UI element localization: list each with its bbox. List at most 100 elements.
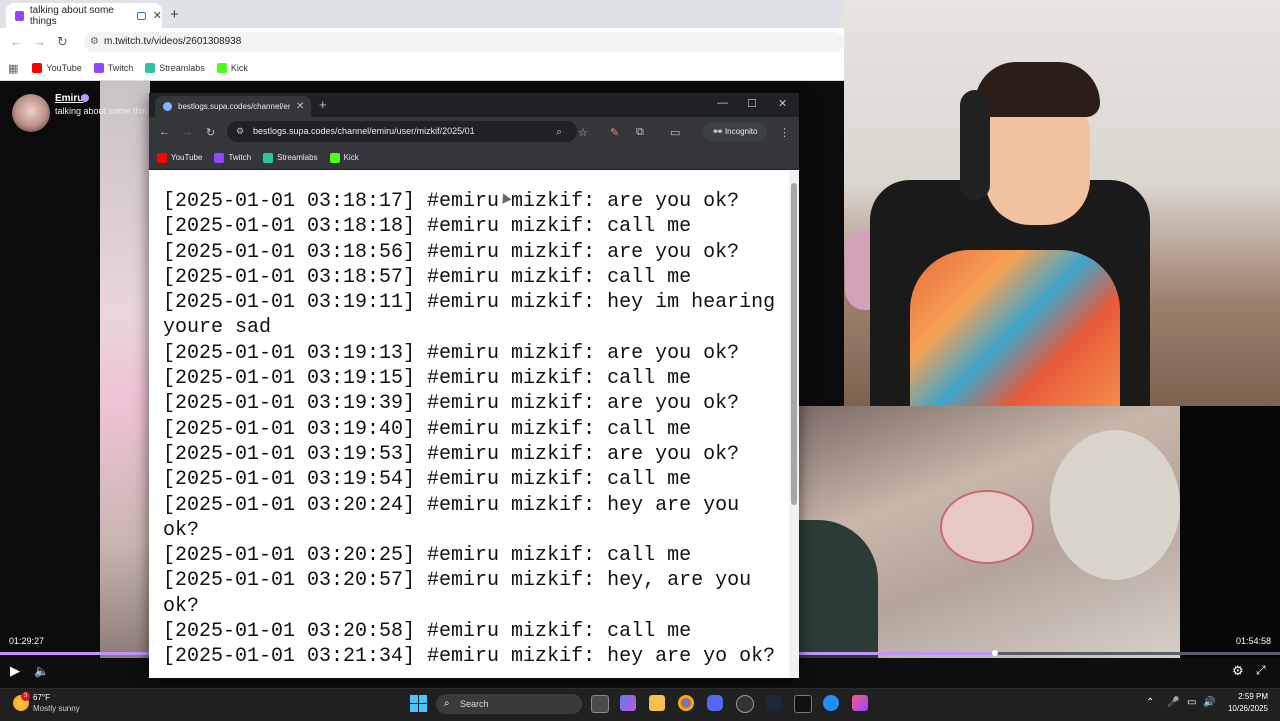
bookmark-streamlabs[interactable]: Streamlabs	[145, 63, 205, 73]
video-letterbox	[1180, 406, 1280, 658]
speaker-icon[interactable]: 🔊	[1203, 697, 1215, 708]
twitch-favicon-icon	[15, 10, 24, 21]
extensions-puzzle-icon[interactable]: ⧉	[636, 126, 644, 139]
windows-start-icon[interactable]	[410, 695, 427, 712]
site-info-icon[interactable]: ⚙	[236, 121, 244, 142]
volume-icon[interactable]: 🔈	[34, 664, 49, 678]
epic-games-icon[interactable]	[794, 695, 812, 713]
maximize-icon[interactable]: ☐	[747, 97, 757, 110]
bookmark-label: Streamlabs	[159, 63, 205, 73]
play-icon[interactable]: ▶	[10, 663, 20, 679]
outer-address-bar[interactable]: ⚙ m.twitch.tv/videos/2601308938	[84, 32, 844, 52]
extension-icon[interactable]: ✎	[610, 126, 619, 139]
bookmark-kick[interactable]: Kick	[329, 152, 359, 163]
inner-tab-title: bestlogs.supa.codes/channel/emiru/user/m…	[178, 102, 290, 111]
reload-icon[interactable]: ↻	[206, 126, 215, 139]
bookmark-streamlabs[interactable]: Streamlabs	[263, 152, 318, 163]
bookmark-star-icon[interactable]: ☆	[578, 126, 588, 139]
zoom-icon[interactable]: ⌕	[556, 126, 562, 139]
chat-log-page: [2025-01-01 03:18:17] #emiru mizkif: are…	[149, 171, 789, 678]
taskbar-search[interactable]: ⌕ Search	[436, 694, 582, 714]
bookmark-kick[interactable]: Kick	[216, 63, 248, 73]
bookmark-label: Twitch	[228, 153, 252, 162]
reload-icon[interactable]: ↻	[57, 34, 68, 50]
incognito-icon: 🕶	[712, 127, 725, 136]
minimize-icon[interactable]: —	[717, 97, 728, 109]
bookmark-twitch[interactable]: Twitch	[93, 63, 134, 73]
settings-gear-icon[interactable]: ⚙	[1232, 663, 1244, 679]
bookmark-youtube[interactable]: YouTube	[32, 63, 82, 73]
steam-icon[interactable]	[765, 695, 781, 711]
incognito-badge[interactable]: 🕶 Incognito	[703, 122, 767, 141]
obs-icon[interactable]	[736, 695, 754, 713]
app-icon[interactable]	[823, 695, 839, 711]
tray-chevron-icon[interactable]: ⌃	[1146, 697, 1154, 708]
apps-grid-icon[interactable]: ▦	[8, 62, 18, 75]
incognito-browser-window: bestlogs.supa.codes/channel/emiru/user/m…	[149, 93, 799, 678]
bookmark-youtube[interactable]: YouTube	[157, 152, 203, 163]
kick-icon	[216, 63, 227, 73]
incognito-label: Incognito	[724, 127, 758, 136]
chat-log-line: [2025-01-01 03:20:58] #emiru mizkif: cal…	[163, 620, 692, 644]
tab-search-icon[interactable]: ▭	[670, 126, 680, 139]
chat-log-line: [2025-01-01 03:18:56] #emiru mizkif: are…	[163, 240, 740, 264]
forward-icon[interactable]: →	[33, 34, 46, 49]
bookmark-label: Kick	[343, 153, 359, 162]
webcam-person	[910, 250, 1120, 406]
outer-tab-title: talking about some things	[29, 4, 114, 27]
streaming-app-icon[interactable]	[852, 695, 868, 711]
network-icon[interactable]: ▭	[1187, 697, 1196, 708]
clock-date[interactable]: 10/26/2025	[1222, 704, 1268, 713]
chat-log-list: [2025-01-01 03:18:17] #emiru mizkif: are…	[149, 171, 789, 670]
weather-notification-badge: 3	[21, 692, 30, 701]
outer-tab[interactable]: talking about some things ✕	[6, 3, 162, 28]
task-view-icon[interactable]	[591, 695, 609, 713]
chat-log-line: [2025-01-01 03:19:39] #emiru mizkif: are…	[163, 392, 740, 416]
chat-log-line: [2025-01-01 03:18:17] #emiru mizkif: are…	[163, 190, 740, 213]
bookmark-label: Twitch	[107, 63, 134, 73]
twitch-icon	[214, 152, 225, 163]
file-explorer-icon[interactable]	[649, 695, 665, 711]
weather-description[interactable]: Mostly sunny	[33, 704, 80, 713]
close-tab-icon[interactable]: ✕	[296, 101, 304, 112]
gameplay-object	[1050, 430, 1180, 580]
gameplay-rug	[940, 490, 1034, 564]
close-tab-icon[interactable]: ✕	[153, 9, 162, 22]
inner-address-bar[interactable]: ⚙ bestlogs.supa.codes/channel/emiru/user…	[227, 121, 577, 142]
back-icon[interactable]: ←	[10, 34, 23, 49]
audio-playing-icon[interactable]	[136, 11, 146, 20]
weather-temperature[interactable]: 67°F	[33, 693, 50, 702]
outer-bookmarks-bar: ▦ YouTube Twitch Streamlabs Kick	[0, 56, 844, 81]
back-icon[interactable]: ←	[159, 126, 170, 138]
fullscreen-icon[interactable]: ⤢	[1256, 663, 1266, 678]
copilot-icon[interactable]	[620, 695, 636, 711]
outer-url-text: m.twitch.tv/videos/2601308938	[104, 36, 242, 47]
chat-log-line: [2025-01-01 03:18:57] #emiru mizkif: cal…	[163, 265, 692, 289]
chat-log-line: [2025-01-01 03:19:53] #emiru mizkif: are…	[163, 442, 740, 466]
inner-bookmarks-bar: YouTube Twitch Streamlabs Kick	[149, 146, 799, 170]
bookmark-twitch[interactable]: Twitch	[214, 152, 252, 163]
chat-log-line: [2025-01-01 03:19:15] #emiru mizkif: cal…	[163, 367, 692, 391]
youtube-icon	[157, 152, 167, 163]
scrollbar-thumb[interactable]	[791, 183, 797, 505]
new-tab-button[interactable]: +	[170, 6, 179, 23]
streamer-name[interactable]: Emiru	[55, 93, 83, 104]
forward-icon[interactable]: →	[182, 126, 193, 138]
menu-kebab-icon[interactable]: ⋮	[779, 126, 790, 139]
bookmark-label: YouTube	[171, 153, 203, 162]
chat-log-line: [2025-01-01 03:20:24] #emiru mizkif: hey…	[163, 493, 752, 542]
chrome-icon[interactable]	[678, 695, 694, 711]
chat-log-line: [2025-01-01 03:19:40] #emiru mizkif: cal…	[163, 417, 692, 441]
discord-icon[interactable]	[707, 695, 723, 711]
youtube-icon	[32, 63, 43, 73]
inner-tab[interactable]: bestlogs.supa.codes/channel/emiru/user/m…	[155, 96, 311, 117]
inner-url-text: bestlogs.supa.codes/channel/emiru/user/m…	[253, 126, 475, 136]
streamer-avatar[interactable]	[12, 94, 50, 132]
seek-handle[interactable]	[991, 650, 998, 656]
clock-time[interactable]: 2:59 PM	[1230, 692, 1268, 701]
close-window-icon[interactable]: ✕	[778, 97, 787, 110]
site-info-icon[interactable]: ⚙	[90, 32, 99, 52]
new-tab-button[interactable]: +	[319, 97, 327, 112]
microphone-icon[interactable]: 🎤	[1167, 697, 1179, 708]
stream-video-frame	[100, 81, 150, 658]
